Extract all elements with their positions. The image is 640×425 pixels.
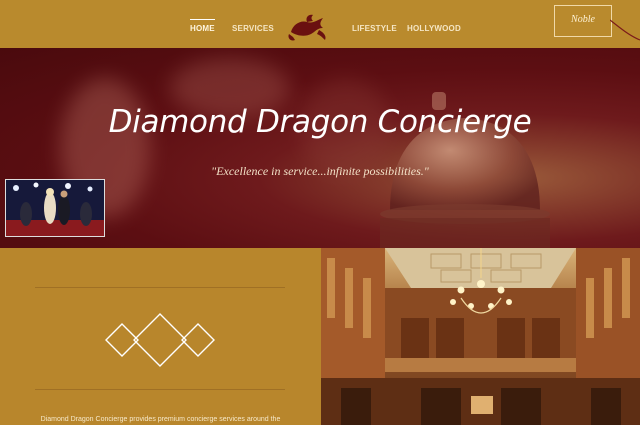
red-carpet-photo <box>6 180 104 236</box>
three-diamonds-icon <box>105 313 215 367</box>
top-divider <box>35 287 285 288</box>
intro-text: Diamond Dragon Concierge provides premiu… <box>40 416 281 423</box>
red-carpet-video-thumbnail[interactable] <box>5 179 105 237</box>
nav-services-link[interactable]: Services <box>232 24 274 33</box>
signature-text: Noble <box>571 14 595 25</box>
hero-title: Diamond Dragon Concierge <box>108 104 532 140</box>
signature-badge[interactable]: Noble <box>554 5 612 37</box>
hero-tagline: "Excellence in service...infinite possib… <box>211 164 429 178</box>
nav-home-link[interactable]: Home <box>190 19 215 33</box>
corner-ribbon-decoration <box>610 19 640 41</box>
nav-hollywood-link[interactable]: Hollywood <box>407 24 461 33</box>
bottom-divider <box>35 389 285 390</box>
dragon-logo-icon[interactable] <box>283 12 331 44</box>
library-interior-image <box>321 248 640 425</box>
top-navigation-bar: Home Services Lifestyle Hollywood Noble <box>0 0 640 49</box>
nav-lifestyle-link[interactable]: Lifestyle <box>352 24 397 33</box>
library-photo <box>321 248 640 425</box>
